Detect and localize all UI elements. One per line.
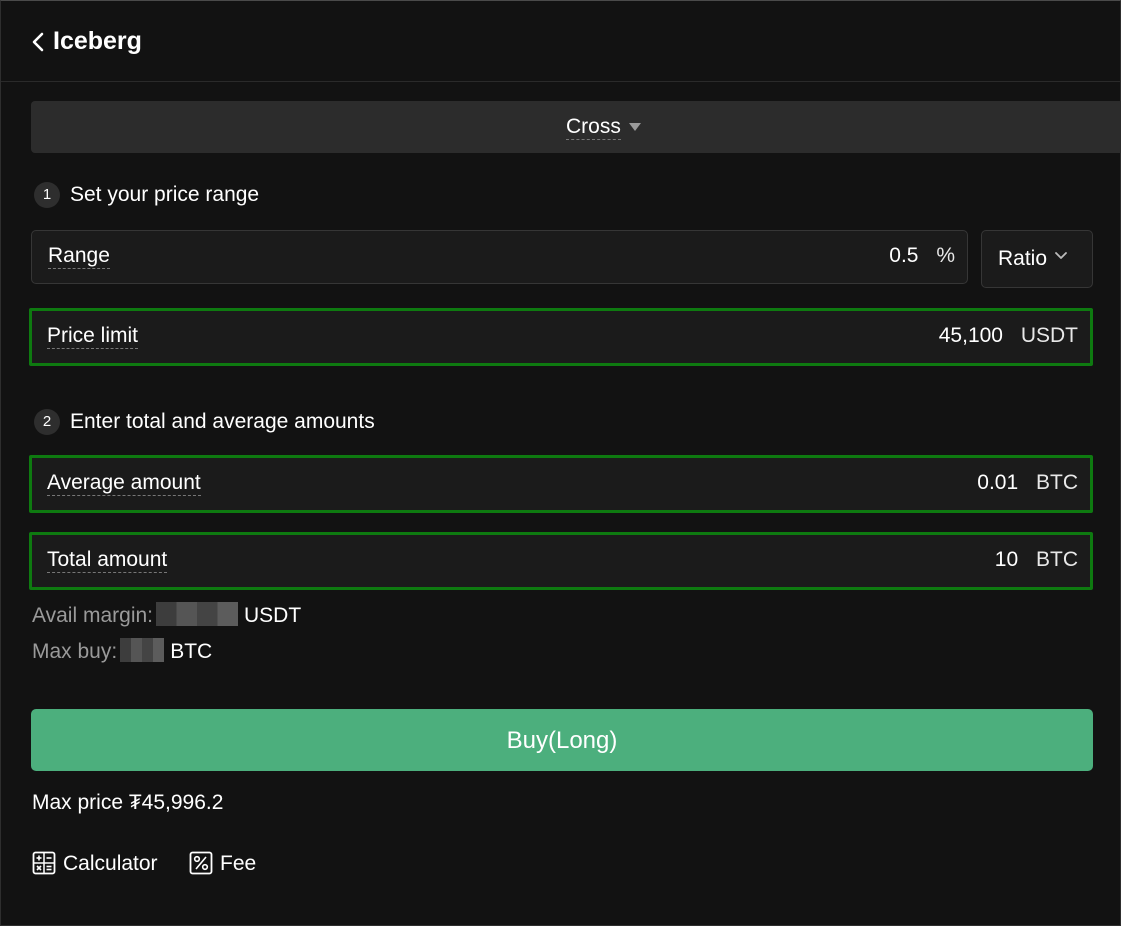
price-limit-field[interactable]: Price limit 45,100 USDT [29, 308, 1093, 366]
step-number-badge: 1 [34, 182, 60, 208]
chevron-down-icon [1055, 252, 1067, 259]
max-price-text: Max price ₮45,996.2 [32, 791, 224, 814]
total-amount-value-group: 10 BTC [995, 548, 1078, 572]
avail-margin-value-masked [156, 602, 238, 627]
max-buy-line: Max buy: BTC [32, 638, 213, 666]
range-label: Range [48, 244, 110, 269]
average-amount-value-group: 0.01 BTC [977, 471, 1078, 495]
calculator-button[interactable]: Calculator [32, 851, 162, 877]
avail-margin-unit: USDT [244, 604, 302, 627]
average-amount-field[interactable]: Average amount 0.01 BTC [29, 455, 1093, 513]
price-limit-value[interactable]: 45,100 [939, 324, 1003, 347]
max-buy-label: Max buy: [32, 640, 118, 663]
range-value-group: 0.5 % [889, 244, 955, 268]
avail-margin-label: Avail margin: [32, 604, 153, 627]
iceberg-order-panel: Iceberg Cross 1 Set your price range Ran… [0, 0, 1121, 926]
total-amount-label: Total amount [47, 548, 168, 573]
average-amount-label: Average amount [47, 471, 201, 496]
range-field[interactable]: Range 0.5 % [31, 230, 968, 284]
max-buy-value-masked [120, 638, 165, 663]
price-limit-unit: USDT [1020, 324, 1078, 347]
caret-down-icon [629, 123, 641, 131]
step-number-badge: 2 [34, 409, 60, 435]
calculator-icon [32, 851, 56, 875]
margin-mode-selector[interactable]: Cross [31, 101, 1121, 153]
fee-button[interactable]: Fee [189, 851, 259, 877]
range-unit: % [936, 244, 955, 267]
step-1-text: Set your price range [70, 183, 260, 206]
step-2-text: Enter total and average amounts [70, 410, 375, 433]
buy-long-label: Buy(Long) [506, 727, 618, 754]
total-amount-value[interactable]: 10 [995, 548, 1018, 571]
margin-mode-label: Cross [566, 115, 621, 140]
page-title: Iceberg [53, 27, 142, 55]
percent-icon [189, 851, 213, 875]
price-limit-label: Price limit [47, 324, 139, 349]
avail-margin-line: Avail margin: USDT [32, 602, 302, 630]
max-buy-unit: BTC [170, 640, 213, 663]
fee-label: Fee [220, 852, 257, 875]
range-value[interactable]: 0.5 [889, 244, 918, 267]
average-amount-unit: BTC [1036, 471, 1078, 494]
ratio-select[interactable]: Ratio [981, 230, 1093, 288]
header: Iceberg [1, 1, 1120, 82]
buy-long-button[interactable]: Buy(Long) [31, 709, 1093, 771]
ratio-select-label: Ratio [998, 247, 1048, 270]
total-amount-unit: BTC [1036, 548, 1078, 571]
price-limit-value-group: 45,100 USDT [939, 324, 1078, 348]
total-amount-field[interactable]: Total amount 10 BTC [29, 532, 1093, 590]
chevron-left-icon[interactable] [31, 31, 45, 53]
calculator-label: Calculator [63, 852, 158, 875]
average-amount-value[interactable]: 0.01 [977, 471, 1018, 494]
